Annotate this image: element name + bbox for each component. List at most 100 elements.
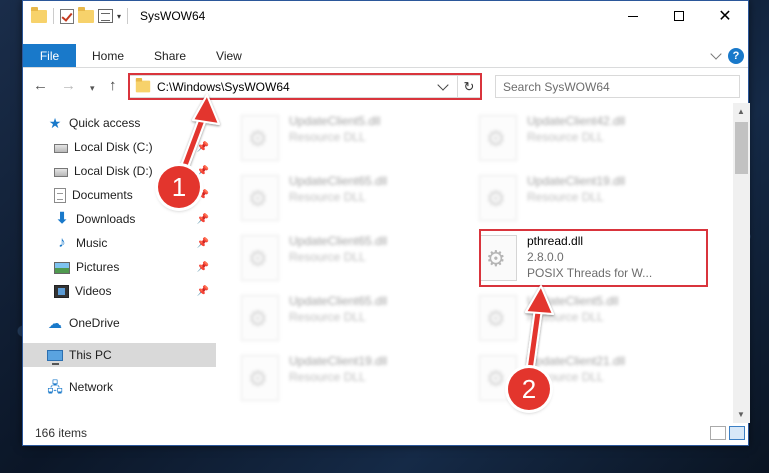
file-item[interactable]: ⚙ UpdateClient5.dll Resource DLL [457, 291, 695, 347]
pin-icon[interactable]: 📌 [197, 262, 209, 273]
status-bar: 166 items [23, 421, 748, 445]
file-version: 2.8.0.0 [527, 250, 564, 264]
scroll-down-icon[interactable]: ▼ [737, 410, 745, 419]
drive-icon [54, 168, 68, 177]
file-name: UpdateClient5.dll [289, 114, 381, 128]
pin-icon[interactable]: 📌 [197, 214, 209, 225]
file-item-pthread[interactable]: ⚙ pthread.dll 2.8.0.0 POSIX Threads for … [457, 231, 695, 287]
vertical-scrollbar[interactable]: ▲ ▼ [733, 103, 750, 423]
gear-icon: ⚙ [248, 126, 268, 151]
expand-ribbon-icon[interactable] [710, 48, 722, 60]
pictures-icon [54, 262, 70, 274]
gear-icon: ⚙ [248, 366, 268, 391]
file-item[interactable]: ⚙ UpdateClient19.dll Resource DLL [219, 351, 457, 407]
tab-file[interactable]: File [23, 44, 76, 67]
forward-arrow-icon[interactable]: → [61, 78, 76, 93]
file-item[interactable]: ⚙ UpdateClient5.dll Resource DLL [219, 111, 457, 167]
pin-icon[interactable]: 📌 [197, 286, 209, 297]
sidebar-item-network[interactable]: 🖧 Network [23, 375, 216, 399]
sidebar-item-label: Local Disk (D:) [74, 164, 153, 178]
minimize-button[interactable] [610, 1, 656, 31]
sidebar-item-quick-access[interactable]: ★ Quick access [23, 111, 216, 135]
star-icon: ★ [48, 115, 62, 131]
file-explorer-window: ▾ SysWOW64 ✕ File Home Share View ? ← → … [22, 0, 750, 446]
sidebar-item-local-disk-c[interactable]: Local Disk (C:) 📌 [23, 135, 216, 159]
file-item[interactable]: ⚙ UpdateClient21.dll Resource DLL [457, 351, 695, 407]
dll-file-icon: ⚙ [241, 295, 279, 341]
item-count: 166 items [35, 426, 88, 440]
search-input[interactable] [503, 79, 739, 94]
window-controls: ✕ [610, 1, 748, 31]
tab-share[interactable]: Share [139, 44, 201, 67]
recent-locations-icon[interactable]: ▾ [90, 81, 95, 96]
quick-access-toolbar: ▾ [31, 6, 130, 24]
window-title: SysWOW64 [140, 9, 206, 23]
file-item[interactable]: ⚙ UpdateClient65.dll Resource DLL [219, 231, 457, 287]
file-name: UpdateClient65.dll [289, 294, 388, 308]
file-type: Resource DLL [527, 130, 604, 144]
tab-home[interactable]: Home [76, 44, 139, 67]
pin-icon[interactable]: 📌 [197, 238, 209, 249]
drive-icon [54, 144, 68, 153]
address-bar[interactable]: C:\Windows\SysWOW64 ↻ [129, 75, 481, 98]
sidebar-item-label: Quick access [69, 116, 141, 130]
gear-icon: ⚙ [486, 126, 506, 151]
sidebar-item-label: This PC [69, 348, 112, 362]
file-type: Resource DLL [527, 310, 604, 324]
folder-icon[interactable] [31, 6, 47, 23]
sidebar-item-downloads[interactable]: ⬇ Downloads 📌 [23, 207, 216, 231]
scroll-thumb[interactable] [735, 122, 748, 174]
file-description: POSIX Threads for W... [527, 266, 653, 280]
close-button[interactable]: ✕ [702, 1, 748, 31]
sidebar-item-videos[interactable]: Videos 📌 [23, 279, 216, 303]
maximize-icon [674, 11, 684, 21]
sidebar-item-pictures[interactable]: Pictures 📌 [23, 255, 216, 279]
file-item[interactable]: ⚙ UpdateClient19.dll Resource DLL [457, 171, 695, 227]
details-view-icon[interactable] [710, 426, 726, 440]
file-item[interactable]: ⚙ UpdateClient65.dll Resource DLL [219, 291, 457, 347]
cloud-icon: ☁ [48, 315, 62, 331]
ribbon-right-controls: ? [710, 48, 744, 64]
search-box[interactable] [495, 75, 740, 98]
back-arrow-icon[interactable]: ← [33, 78, 48, 93]
new-folder-icon[interactable] [78, 6, 94, 23]
sidebar-item-music[interactable]: ♪ Music 📌 [23, 231, 216, 255]
gear-icon: ⚙ [486, 186, 506, 211]
file-item[interactable]: ⚙ UpdateClient42.dll Resource DLL [457, 111, 695, 167]
ribbon-tabs: File Home Share View ? [23, 44, 748, 68]
documents-icon [54, 187, 66, 203]
dll-file-icon: ⚙ [479, 235, 517, 281]
file-list: ⚙ UpdateClient5.dll Resource DLL ⚙ Update… [219, 109, 735, 421]
chevron-down-icon[interactable] [437, 78, 449, 91]
properties-icon[interactable] [98, 9, 113, 23]
file-type: Resource DLL [527, 190, 604, 204]
file-type: Resource DLL [289, 310, 366, 324]
file-name: UpdateClient21.dll [527, 354, 626, 368]
address-path[interactable]: C:\Windows\SysWOW64 [157, 80, 439, 94]
up-arrow-icon[interactable]: ↑ [109, 78, 117, 93]
sidebar-item-this-pc[interactable]: This PC [23, 343, 216, 367]
sidebar-item-label: Pictures [76, 260, 120, 274]
file-item[interactable]: ⚙ UpdateClient65.dll Resource DLL [219, 171, 457, 227]
sidebar-item-label: Downloads [76, 212, 136, 226]
file-type: Resource DLL [289, 250, 366, 264]
navigation-pane: ★ Quick access Local Disk (C:) 📌 Local D… [23, 109, 216, 419]
sidebar-item-label: Network [69, 380, 114, 394]
sidebar-item-onedrive[interactable]: ☁ OneDrive [23, 311, 216, 335]
dll-file-icon: ⚙ [241, 115, 279, 161]
pin-icon[interactable]: 📌 [197, 166, 209, 177]
dll-file-icon: ⚙ [241, 175, 279, 221]
scroll-up-icon[interactable]: ▲ [737, 107, 745, 116]
large-icons-view-icon[interactable] [729, 426, 745, 440]
tab-view[interactable]: View [201, 44, 257, 67]
maximize-button[interactable] [656, 1, 702, 31]
pin-icon[interactable]: 📌 [197, 142, 209, 153]
gear-icon: ⚙ [486, 246, 506, 271]
properties-check-icon[interactable] [60, 8, 74, 24]
refresh-icon[interactable]: ↻ [458, 79, 480, 95]
file-type: Resource DLL [289, 190, 366, 204]
sidebar-item-label: Videos [75, 284, 112, 298]
customize-toolbar-icon[interactable]: ▾ [117, 12, 121, 21]
help-icon[interactable]: ? [728, 48, 744, 64]
file-name: pthread.dll [527, 234, 584, 248]
